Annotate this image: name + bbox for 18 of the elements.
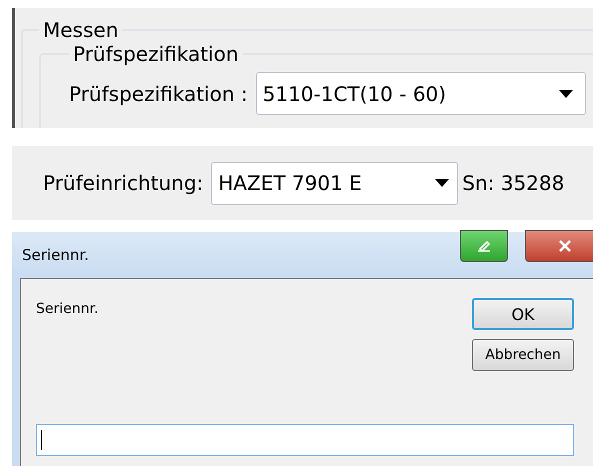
- spec-dropdown[interactable]: 5110-1CT(10 - 60): [256, 72, 586, 115]
- serial-input-field[interactable]: [36, 424, 574, 456]
- device-dropdown[interactable]: HAZET 7901 E: [211, 162, 458, 204]
- close-icon: [558, 240, 572, 252]
- field-label: Prüfspezifikation :: [69, 82, 248, 106]
- field-label: Prüfeinrichtung:: [43, 171, 204, 195]
- group-title: Messen: [42, 20, 120, 40]
- dropdown-caret-icon[interactable]: [435, 179, 450, 187]
- ok-button[interactable]: OK: [472, 298, 574, 330]
- cancel-button[interactable]: Abbrechen: [472, 339, 574, 371]
- group-title: Prüfspezifikation: [72, 44, 240, 64]
- pen-button[interactable]: [460, 230, 508, 262]
- pen-icon: [476, 239, 492, 253]
- close-button[interactable]: [525, 230, 593, 262]
- dropdown-caret-icon[interactable]: [558, 90, 573, 98]
- window-title: Seriennr.: [22, 246, 89, 264]
- serial-number: Sn: 35288: [462, 171, 564, 195]
- prompt-label: Seriennr.: [36, 301, 98, 317]
